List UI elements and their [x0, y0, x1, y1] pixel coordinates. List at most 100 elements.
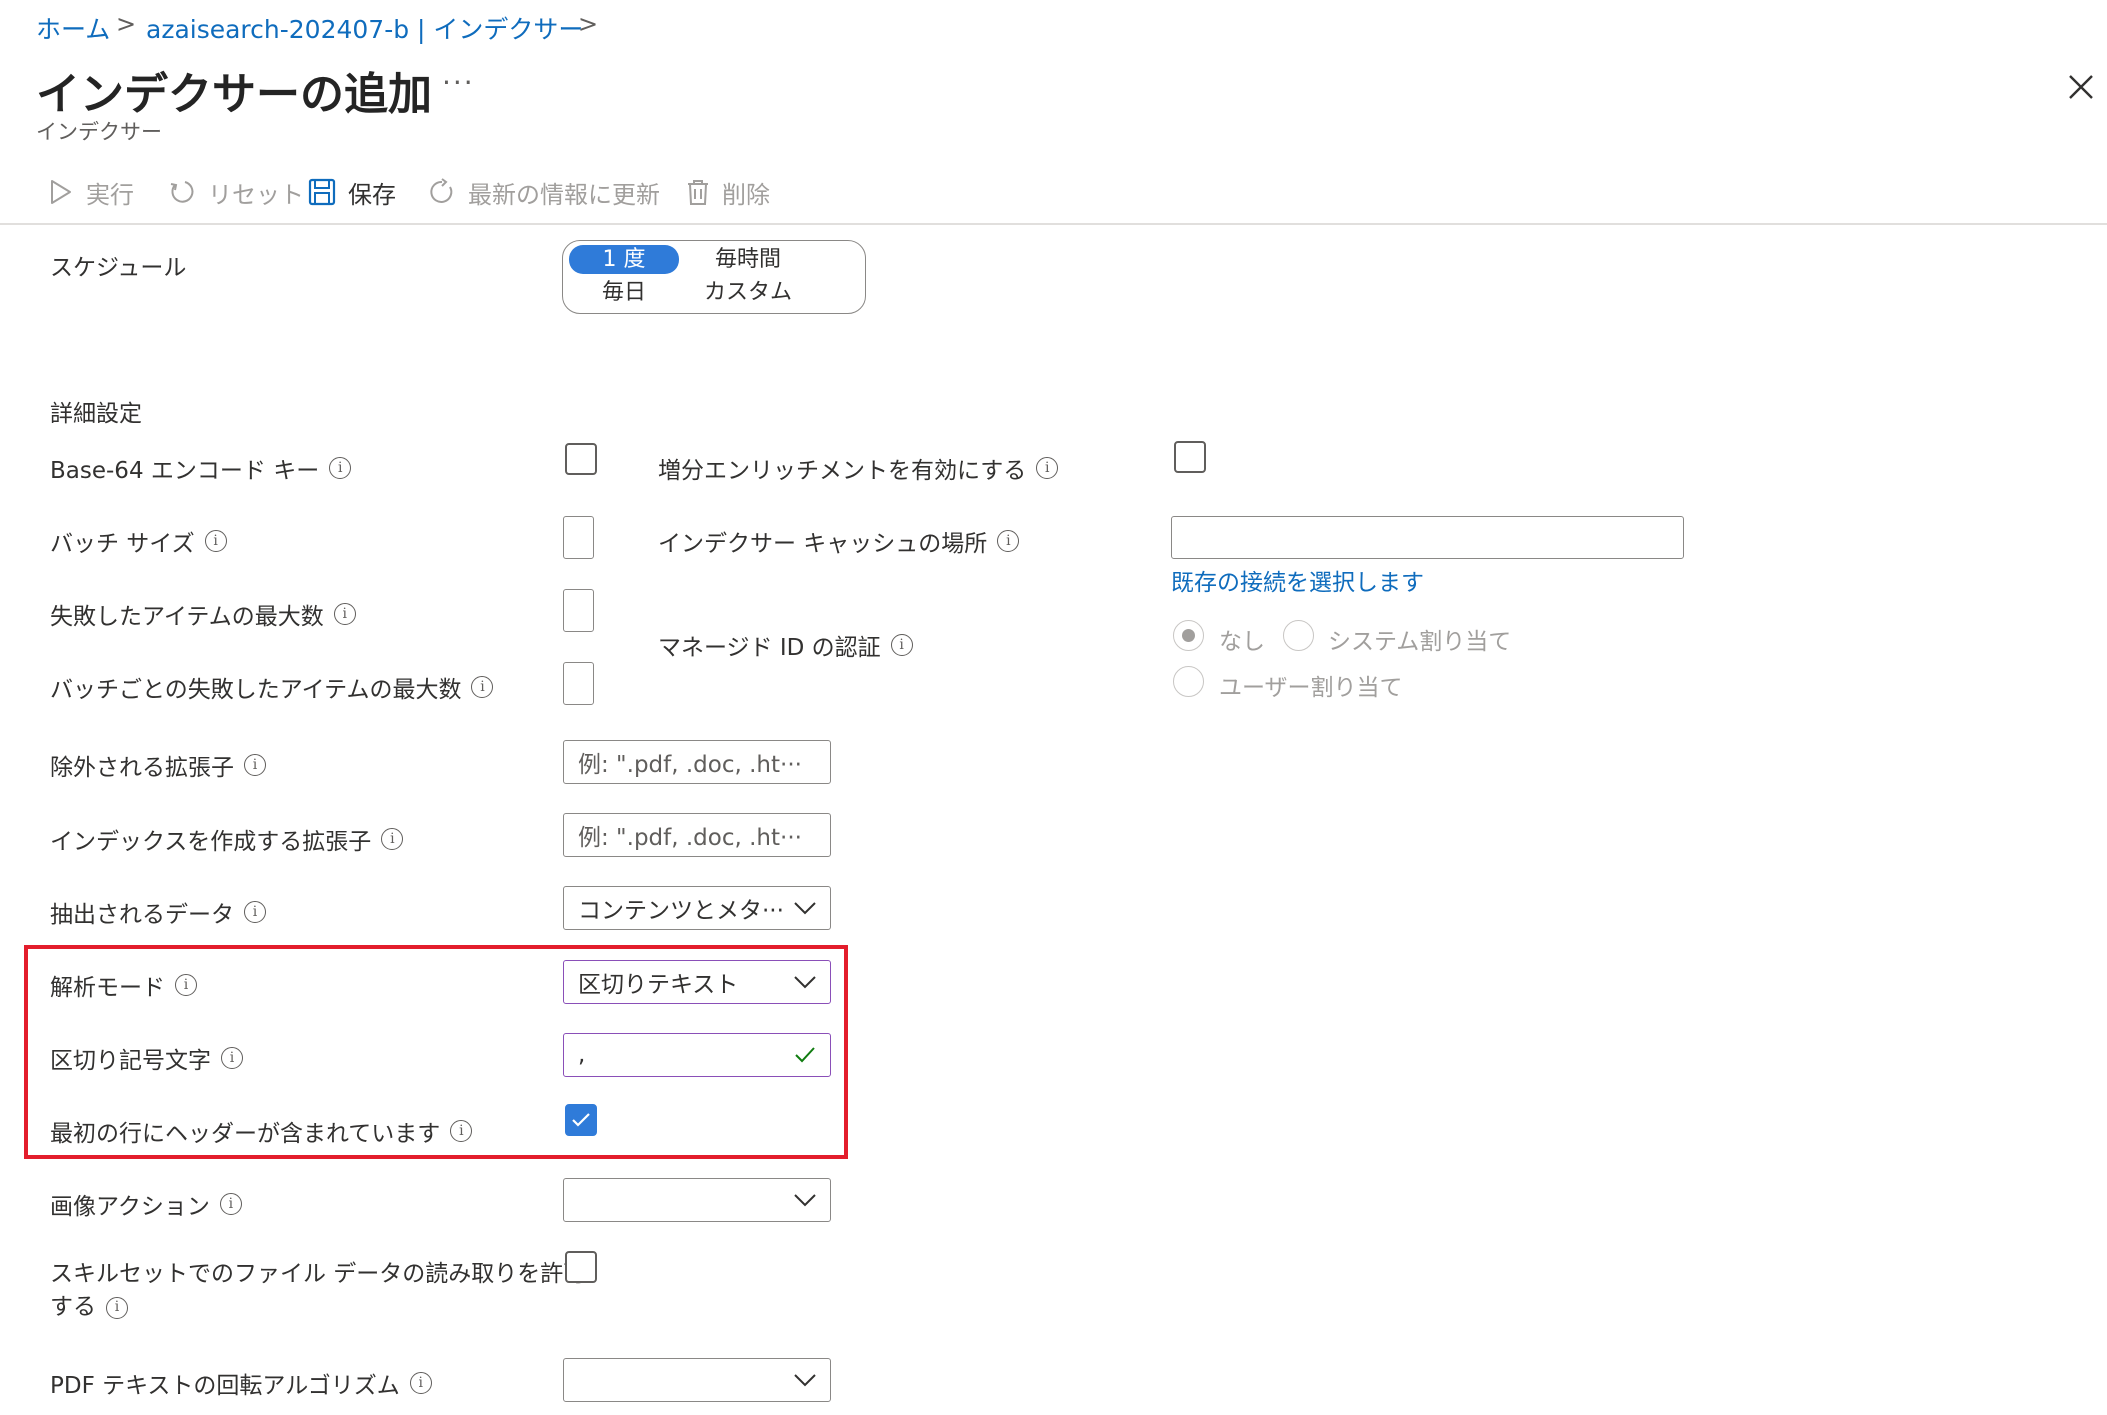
max-failed-row-label: 失敗したアイテムの最大数 i [50, 597, 356, 631]
info-icon[interactable]: i [244, 901, 266, 923]
skillset-file-checkbox[interactable] [565, 1251, 597, 1283]
schedule-option-hourly[interactable]: 毎時間 [693, 245, 803, 274]
cache-location-input[interactable] [1171, 516, 1684, 559]
info-icon[interactable]: i [329, 457, 352, 479]
save-label: 保存 [348, 180, 396, 209]
base64-label: Base-64 エンコード キー [50, 458, 320, 484]
max-failed-label: 失敗したアイテムの最大数 [50, 604, 324, 630]
refresh-icon [430, 178, 453, 203]
info-icon[interactable]: i [175, 974, 197, 996]
info-icon[interactable]: i [890, 634, 913, 656]
indexed-ext-row-label: インデックスを作成する拡張子 i [50, 822, 404, 856]
delete-button[interactable]: 削除 [686, 172, 770, 212]
excluded-ext-input[interactable]: 例: ".pdf, .doc, .ht··· [563, 740, 831, 784]
refresh-label: 最新の情報に更新 [468, 180, 660, 209]
info-icon[interactable]: i [471, 676, 494, 698]
run-button[interactable]: 実行 [48, 172, 134, 212]
schedule-option-daily[interactable]: 毎日 [569, 278, 679, 307]
save-button[interactable]: 保存 [308, 172, 396, 212]
max-failed-per-batch-input[interactable] [563, 662, 594, 705]
check-icon [572, 1113, 590, 1127]
check-icon [795, 1047, 815, 1063]
schedule-selector: 1 度 毎時間 毎日 カスタム [562, 240, 866, 314]
excluded-ext-row-label: 除外される拡張子 i [50, 748, 266, 782]
chevron-down-icon [794, 976, 816, 989]
skillset-file-label-line1: スキルセットでのファイル データの読み取りを許可 [50, 1261, 587, 1287]
delimiter-input[interactable]: , [563, 1033, 831, 1077]
image-action-row-label: 画像アクション i [50, 1187, 242, 1221]
info-icon[interactable]: i [204, 530, 227, 552]
select-connection-link[interactable]: 既存の接続を選択します [1171, 563, 1424, 597]
play-icon [51, 180, 71, 204]
indexed-ext-input[interactable]: 例: ".pdf, .doc, .ht··· [563, 813, 831, 857]
advanced-settings-heading: 詳細設定 [50, 394, 142, 428]
more-options-button[interactable]: ··· [442, 66, 475, 99]
breadcrumb-separator-icon: > [116, 10, 137, 38]
managed-id-radio-system[interactable] [1283, 620, 1314, 651]
managed-id-option-none-label: なし [1219, 629, 1265, 655]
parsing-mode-dropdown[interactable]: 区切りテキスト [563, 960, 831, 1004]
incremental-enrichment-label: 増分エンリッチメントを有効にする [658, 458, 1027, 484]
delimiter-row-label: 区切り記号文字 i [50, 1041, 243, 1075]
managed-id-radio-none[interactable] [1173, 620, 1204, 651]
info-icon[interactable]: i [219, 1193, 242, 1215]
breadcrumb-home[interactable]: ホーム [36, 10, 110, 46]
breadcrumb-resource[interactable]: azaisearch-202407-b | インデクサー [146, 10, 583, 46]
data-to-extract-row-label: 抽出されるデータ i [50, 895, 266, 929]
batch-size-input[interactable] [563, 516, 594, 559]
parsing-mode-row-label: 解析モード i [50, 968, 197, 1002]
info-icon[interactable]: i [333, 603, 356, 625]
info-icon[interactable]: i [997, 530, 1020, 552]
breadcrumb-separator-icon: > [578, 10, 599, 38]
parsing-mode-value: 区切りテキスト [578, 972, 739, 998]
cache-location-row-label: インデクサー キャッシュの場所 i [658, 524, 1020, 558]
managed-id-radio-user[interactable] [1173, 666, 1204, 697]
data-to-extract-value: コンテンツとメタ··· [578, 898, 784, 924]
image-action-label: 画像アクション [50, 1194, 210, 1220]
pdf-rotation-row-label: PDF テキストの回転アルゴリズム i [50, 1366, 432, 1400]
info-icon[interactable]: i [106, 1296, 128, 1319]
first-line-header-checkbox[interactable] [565, 1104, 597, 1136]
pdf-rotation-label: PDF テキストの回転アルゴリズム [50, 1373, 400, 1399]
max-failed-per-batch-label: バッチごとの失敗したアイテムの最大数 [50, 677, 462, 703]
save-icon [308, 178, 336, 206]
reset-icon [170, 181, 194, 203]
info-icon[interactable]: i [221, 1047, 243, 1069]
base64-checkbox[interactable] [565, 443, 597, 475]
pdf-rotation-dropdown[interactable] [563, 1358, 831, 1402]
batch-size-label: バッチ サイズ [50, 531, 195, 557]
close-icon[interactable] [2066, 72, 2096, 102]
advanced-heading-text: 詳細設定 [50, 401, 142, 427]
page-subtitle: インデクサー [36, 120, 162, 144]
chevron-down-icon [794, 1374, 816, 1387]
radio-selected-dot [1182, 629, 1195, 642]
parsing-mode-label: 解析モード [50, 975, 165, 1001]
page-title: インデクサーの追加 [36, 69, 432, 120]
image-action-dropdown[interactable] [563, 1178, 831, 1222]
schedule-label-text: スケジュール [50, 255, 187, 281]
schedule-option-custom[interactable]: カスタム [693, 278, 803, 307]
data-to-extract-label: 抽出されるデータ [50, 902, 234, 928]
info-icon[interactable]: i [244, 754, 266, 776]
info-icon[interactable]: i [409, 1372, 432, 1394]
trash-icon [688, 180, 708, 205]
skillset-file-label-line2: する [50, 1294, 96, 1320]
schedule-option-once[interactable]: 1 度 [569, 245, 679, 274]
delimiter-label: 区切り記号文字 [50, 1048, 211, 1074]
info-icon[interactable]: i [450, 1120, 473, 1142]
reset-button[interactable]: リセット [168, 172, 304, 212]
info-icon[interactable]: i [381, 828, 404, 850]
base64-row-label: Base-64 エンコード キー i [50, 451, 352, 485]
chevron-down-icon [794, 1194, 816, 1207]
first-line-header-label: 最初の行にヘッダーが含まれています [50, 1121, 441, 1147]
incremental-enrichment-checkbox[interactable] [1174, 441, 1206, 473]
managed-id-option-user-label: ユーザー割り当て [1219, 675, 1403, 701]
info-icon[interactable]: i [1036, 457, 1059, 479]
max-failed-input[interactable] [563, 589, 594, 632]
cache-location-label: インデクサー キャッシュの場所 [658, 531, 988, 557]
skillset-file-row-label: スキルセットでのファイル データの読み取りを許可 する i [50, 1258, 586, 1324]
indexed-ext-label: インデックスを作成する拡張子 [50, 829, 372, 855]
data-to-extract-dropdown[interactable]: コンテンツとメタ··· [563, 886, 831, 930]
refresh-button[interactable]: 最新の情報に更新 [428, 172, 660, 212]
delete-label: 削除 [722, 180, 770, 209]
